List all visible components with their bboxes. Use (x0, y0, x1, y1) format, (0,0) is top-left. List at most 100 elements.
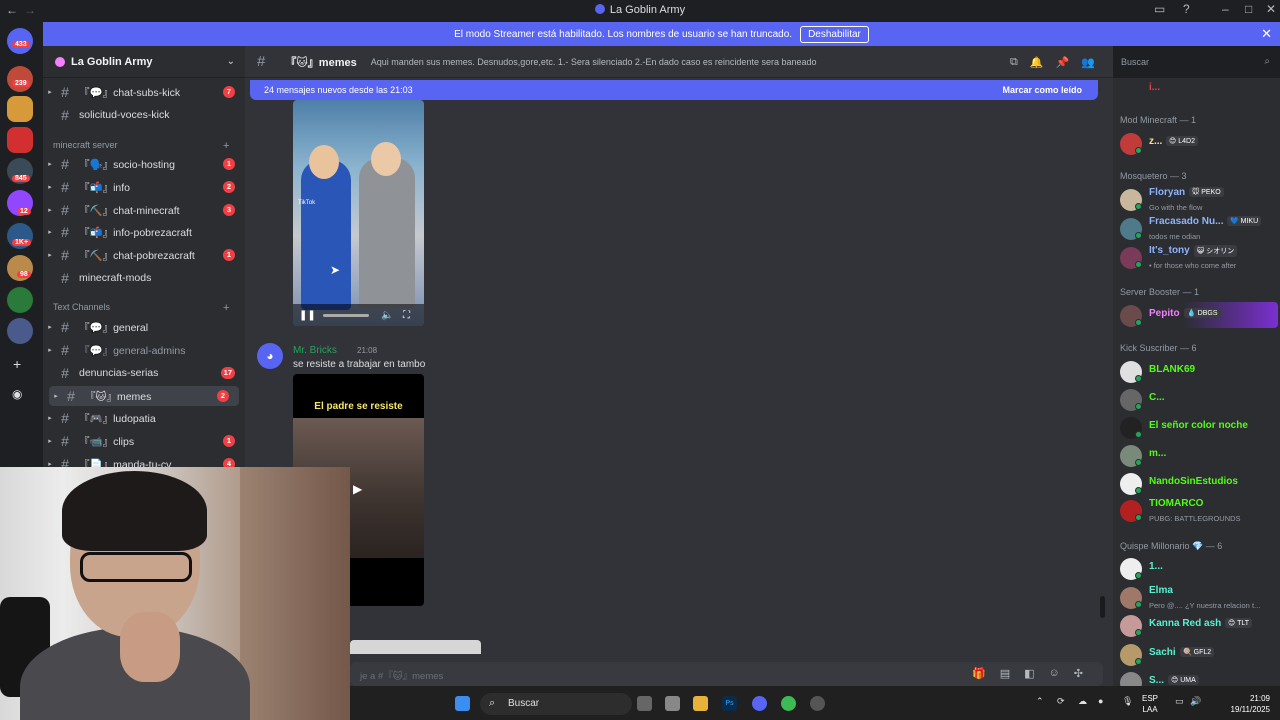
member-list-item[interactable]: 1... (1118, 555, 1278, 581)
gift-icon[interactable]: 🎁 (972, 667, 986, 680)
microphone-icon[interactable]: 🎙 (1122, 696, 1133, 707)
network-icon[interactable]: ▭ (1175, 696, 1184, 707)
sidebar-item-channel[interactable]: ▸ # 『🐱』memes 2 (49, 386, 239, 406)
member-list-icon[interactable]: 👥 (1081, 56, 1095, 69)
sidebar-item-channel[interactable]: ▸ # 『⛏️』chat-minecraft 3 (43, 200, 245, 220)
keyboard-language[interactable]: ESP LAA (1142, 693, 1158, 715)
inbox-icon[interactable]: ▭ (1154, 2, 1165, 16)
member-list-item[interactable]: C... (1118, 386, 1278, 412)
video-progress-bar[interactable] (323, 314, 369, 317)
chevron-up-icon[interactable]: ⌃ (1036, 696, 1044, 707)
scrollbar[interactable] (1100, 596, 1105, 618)
member-list-item[interactable]: NandoSinEstudios (1118, 470, 1278, 496)
member-list-item[interactable]: Floryan Go with the flow 🐭 PEKO (1118, 186, 1278, 212)
add-server-icon[interactable]: + (13, 356, 21, 372)
discover-icon[interactable]: ◉ (12, 387, 22, 401)
image-attachment[interactable] (350, 640, 481, 654)
fullscreen-icon[interactable]: ⛶ (403, 310, 410, 321)
sidebar-item-channel[interactable]: ▸ # 『💬』general-admins (43, 340, 245, 360)
volume-icon[interactable]: 🔊 (1190, 696, 1201, 707)
pause-icon[interactable]: ❚❚ (299, 310, 316, 321)
server-icon[interactable] (7, 127, 33, 153)
chrome-icon[interactable] (781, 696, 796, 711)
member-list-item[interactable]: Pepito 💧 DBGS (1118, 302, 1278, 328)
member-list-item[interactable]: BLANK69 (1118, 358, 1278, 384)
server-icon[interactable] (7, 96, 33, 122)
mark-as-read-button[interactable]: Marcar como leído (1002, 85, 1082, 95)
disable-streamer-button[interactable]: Deshabilitar (800, 25, 869, 43)
threads-icon[interactable]: ⧉ (1010, 56, 1018, 69)
close-icon[interactable]: ✕ (1261, 26, 1272, 42)
file-explorer-icon[interactable] (693, 696, 708, 711)
taskbar-search[interactable]: ⌕ Buscar (480, 693, 632, 715)
member-list-item[interactable]: m... (1118, 442, 1278, 468)
sidebar-item-channel[interactable]: # minecraft-mods (43, 268, 245, 288)
member-list-item[interactable]: It's_tony • for those who come after 😺 シオリ… (1118, 244, 1278, 270)
member-list-item[interactable]: TIOMARCO PUBG: BATTLEGROUNDS (1118, 497, 1278, 523)
sticker-icon[interactable]: ◧ (1024, 667, 1034, 680)
sidebar-item-channel[interactable]: ▸ # 『🎮』ludopatia (43, 408, 245, 428)
app-icon[interactable] (665, 696, 680, 711)
taskbar: ⌕ Buscar Ps ⌃ ⟳ ☁ ● 🎙 ▭ 🔊 (350, 686, 1280, 720)
sidebar-item-channel[interactable]: ▸ # 『🗣️』socio-hosting 1 (43, 154, 245, 174)
gif-icon[interactable]: ▤ (1000, 667, 1010, 680)
server-icon[interactable] (7, 287, 33, 313)
emoji-icon[interactable]: ☺ (1049, 667, 1060, 680)
member-name[interactable]: i... (1149, 82, 1160, 93)
task-view-icon[interactable] (637, 696, 652, 711)
sidebar-item-channel[interactable]: ▸ # 『💬』general (43, 317, 245, 337)
windows-start-icon[interactable] (455, 696, 470, 711)
sidebar-item-channel[interactable]: ▸ # 『💬』chat-subs-kick 7 (43, 82, 245, 102)
hash-icon: # (257, 53, 266, 70)
status-indicator (1135, 658, 1142, 665)
tray-icon[interactable]: ● (1098, 696, 1103, 706)
status-indicator (1135, 375, 1142, 382)
video-attachment[interactable]: TikTok ❚❚ 🔈 ⛶ (293, 100, 424, 326)
taskbar-clock[interactable]: 21:09 19/11/2025 (1208, 693, 1270, 715)
sidebar-item-channel[interactable]: ▸ # 『📬』info 2 (43, 177, 245, 197)
cloud-icon[interactable]: ☁ (1078, 696, 1087, 707)
server-icon[interactable] (7, 66, 33, 92)
sidebar-item-channel[interactable]: # denuncias-serias 17 (43, 363, 245, 383)
pin-icon[interactable]: 📌 (1056, 56, 1070, 69)
member-list-item[interactable]: Fracasado Nu... todos me odian 💙 MIKU (1118, 215, 1278, 241)
search-input[interactable]: Buscar ⌕ (1115, 53, 1276, 73)
notification-bell-icon[interactable]: 🔔 (1030, 56, 1044, 69)
play-icon[interactable]: ▶ (353, 482, 362, 496)
chevron-down-icon[interactable]: ⌄ (227, 56, 235, 67)
message-text: se resiste a trabajar en tambo (293, 359, 426, 370)
minimize-icon[interactable]: – (1222, 2, 1229, 16)
channel-topic[interactable]: Aqui manden sus memes. Desnudos,gore,etc… (371, 57, 817, 67)
member-list-item[interactable]: El señor color noche (1118, 414, 1278, 440)
discord-icon[interactable] (752, 696, 767, 711)
sidebar-item-channel[interactable]: ▸ # 『⛏️』chat-pobrezacraft 1 (43, 245, 245, 265)
avatar[interactable]: ◕ (257, 343, 283, 369)
close-window-icon[interactable]: ✕ (1266, 2, 1276, 16)
title-bar: ← → La Goblin Army ▭ ? – □ ✕ (0, 0, 1280, 22)
member-list-item[interactable]: Kanna Red ash 😊 TLT (1118, 612, 1278, 638)
photoshop-icon[interactable]: Ps (722, 696, 737, 711)
server-header[interactable]: La Goblin Army ⌄ (43, 46, 245, 78)
help-icon[interactable]: ? (1183, 2, 1190, 16)
tray-icon[interactable]: ⟳ (1057, 696, 1065, 707)
message-author[interactable]: Mr. Bricks (293, 345, 337, 356)
chevron-right-icon: ▸ (48, 324, 52, 331)
member-list-item[interactable]: z... 😊 L4D2 (1118, 130, 1278, 156)
app-icon[interactable] (810, 696, 825, 711)
sidebar-item-channel[interactable]: ▸ # 『📬』info-pobrezacraft (43, 222, 245, 242)
channel-name: denuncias-serias (79, 367, 159, 379)
sidebar-item-channel[interactable]: ▸ # 『📹』clips 1 (43, 431, 245, 451)
member-list-item[interactable]: Elma Pero @.... ¿Y nuestra relacion t... (1118, 584, 1278, 610)
new-messages-bar[interactable]: 24 mensajes nuevos desde las 21:03 Marca… (250, 80, 1098, 100)
channel-category[interactable]: minecraft server + (53, 140, 229, 152)
member-list-item[interactable]: Sachi 🍭 GFL2 (1118, 641, 1278, 667)
member-activity: todos me odian (1149, 232, 1201, 241)
sidebar-item-channel[interactable]: # solicitud-voces-kick (43, 105, 245, 125)
add-channel-icon[interactable]: + (223, 140, 229, 152)
volume-icon[interactable]: 🔈 (381, 310, 393, 321)
channel-category[interactable]: Text Channels + (53, 302, 229, 314)
apps-icon[interactable]: ✣ (1074, 667, 1083, 680)
server-icon[interactable] (7, 318, 33, 344)
maximize-icon[interactable]: □ (1245, 2, 1252, 16)
add-channel-icon[interactable]: + (223, 302, 229, 314)
